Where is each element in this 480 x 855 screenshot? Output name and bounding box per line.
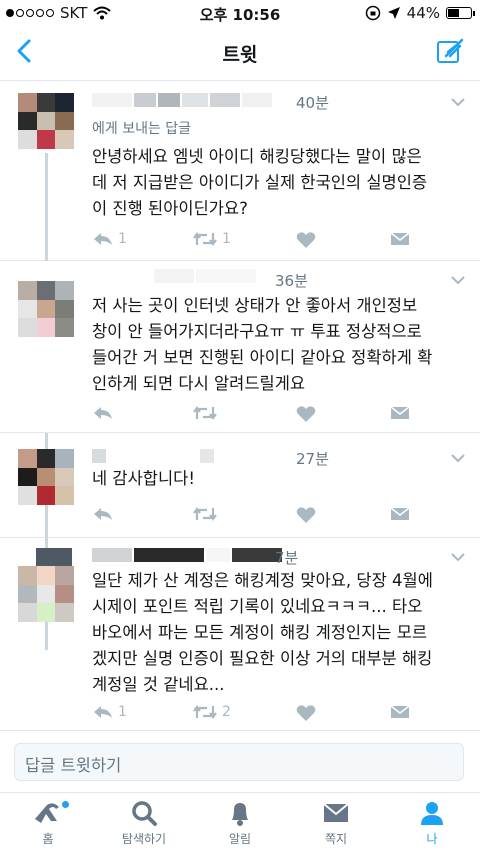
- tab-home-label: 홈: [42, 832, 54, 846]
- direct-message-button[interactable]: [390, 405, 410, 421]
- retweet-icon: [193, 406, 217, 420]
- user-name-redacted: [92, 269, 256, 283]
- tab-me[interactable]: 나: [384, 799, 480, 847]
- compose-tweet-icon[interactable]: [436, 36, 466, 66]
- status-right: 44%: [365, 4, 475, 22]
- avatar[interactable]: [18, 449, 74, 505]
- tweet[interactable]: 7분 일단 제가 산 계정은 해킹계정 맞아요, 당장 4월에 시제이 포인트 …: [0, 538, 480, 730]
- retweet-button[interactable]: [192, 506, 222, 522]
- tab-explore-label: 탐색하기: [121, 832, 167, 846]
- tweet-actions: [92, 506, 422, 530]
- battery-icon: [446, 7, 475, 19]
- person-icon: [421, 802, 443, 825]
- orientation-lock-icon: [365, 5, 380, 21]
- like-button[interactable]: [296, 231, 316, 249]
- thread-line: [45, 153, 48, 261]
- retweet-icon: [193, 705, 217, 719]
- tweet-text: 네 감사합니다!: [92, 469, 195, 488]
- status-bar: SKT 오후 10:56 44%: [0, 0, 480, 26]
- reply-icon: [94, 407, 112, 419]
- tweet-text: 저 사는 곳이 인터넷 상태가 안 좋아서 개인정보 창이 안 들어가지더라구요…: [92, 296, 433, 393]
- page-title: 트윗: [222, 44, 258, 66]
- retweet-button[interactable]: 2: [192, 704, 231, 720]
- tweet[interactable]: 40분 에게 보내는 답글 안녕하세요 엠넷 아이디 해킹당했다는 말이 많은 …: [0, 81, 480, 261]
- reply-input[interactable]: 답글 트윗하기: [14, 743, 464, 781]
- tab-bar: 홈 탐색하기 알림 쪽지 나: [0, 792, 480, 855]
- envelope-icon: [390, 705, 410, 718]
- direct-message-button[interactable]: [390, 506, 410, 522]
- heart-icon: [296, 705, 316, 721]
- reply-icon: [94, 233, 112, 245]
- tweet[interactable]: 27분 네 감사합니다!: [0, 433, 480, 538]
- tab-messages-label: 쪽지: [324, 832, 348, 846]
- retweet-icon: [193, 507, 217, 521]
- chevron-down-icon[interactable]: [450, 453, 466, 463]
- heart-icon: [296, 232, 316, 248]
- reply-count: 1: [118, 704, 127, 720]
- retweet-count: 2: [222, 704, 231, 720]
- like-button[interactable]: [296, 506, 316, 524]
- reply-button[interactable]: [92, 506, 118, 522]
- reply-icon: [94, 508, 112, 520]
- reply-button[interactable]: 1: [92, 231, 127, 247]
- reply-button[interactable]: [92, 405, 118, 421]
- retweet-count: 1: [222, 231, 231, 247]
- user-name-redacted: [92, 93, 272, 107]
- battery-percent: 44%: [406, 4, 440, 22]
- chevron-down-icon[interactable]: [450, 97, 466, 107]
- chevron-down-icon[interactable]: [450, 275, 466, 285]
- direct-message-button[interactable]: [390, 231, 410, 247]
- nav-bar: 트윗: [0, 26, 480, 81]
- retweet-button[interactable]: 1: [192, 231, 231, 247]
- retweet-icon: [193, 232, 217, 246]
- heart-icon: [296, 406, 316, 422]
- tweet-actions: [92, 405, 422, 429]
- reply-bar: 답글 트윗하기: [0, 730, 480, 792]
- tab-home[interactable]: 홈: [0, 799, 96, 847]
- tweet-text: 안녕하세요 엠넷 아이디 해킹당했다는 말이 많은 데 저 지급받은 아이디가 …: [92, 147, 428, 218]
- retweet-button[interactable]: [192, 405, 222, 421]
- user-name-redacted: [92, 449, 256, 463]
- like-button[interactable]: [296, 704, 316, 722]
- new-content-dot: [62, 801, 69, 808]
- thread-line: [45, 538, 48, 548]
- tweet-actions: 1 1: [92, 231, 422, 255]
- reply-to-label[interactable]: 에게 보내는 답글: [92, 118, 191, 138]
- location-icon: [387, 7, 400, 19]
- reply-count: 1: [118, 231, 127, 247]
- tweet-actions: 1 2: [92, 704, 422, 728]
- tweet-text: 일단 제가 산 계정은 해킹계정 맞아요, 당장 4월에 시제이 포인트 적립 …: [92, 571, 433, 694]
- avatar[interactable]: [36, 548, 72, 566]
- thread-line: [45, 622, 48, 650]
- envelope-icon: [390, 232, 410, 245]
- avatar[interactable]: [18, 281, 74, 337]
- tab-messages[interactable]: 쪽지: [288, 799, 384, 847]
- thread-line: [45, 505, 48, 538]
- avatar[interactable]: [18, 566, 74, 622]
- like-button[interactable]: [296, 405, 316, 423]
- chevron-down-icon[interactable]: [450, 552, 466, 562]
- tab-notifications[interactable]: 알림: [192, 799, 288, 847]
- tab-me-label: 나: [426, 832, 438, 846]
- direct-message-button[interactable]: [390, 704, 410, 720]
- tweet[interactable]: 36분 저 사는 곳이 인터넷 상태가 안 좋아서 개인정보 창이 안 들어가지…: [0, 261, 480, 433]
- tweet-time: 40분: [296, 94, 329, 112]
- envelope-icon: [390, 406, 410, 419]
- tab-notifications-label: 알림: [228, 832, 252, 846]
- reply-button[interactable]: 1: [92, 704, 127, 720]
- avatar[interactable]: [18, 93, 74, 149]
- tab-explore[interactable]: 탐색하기: [96, 799, 192, 847]
- tweet-time: 7분: [275, 549, 299, 567]
- reply-icon: [94, 706, 112, 718]
- envelope-icon: [390, 507, 410, 520]
- tweet-time: 36분: [275, 272, 308, 290]
- heart-icon: [296, 507, 316, 523]
- home-icon: [35, 803, 59, 823]
- envelope-icon: [323, 803, 349, 822]
- search-icon: [132, 801, 157, 826]
- bell-icon: [232, 803, 248, 826]
- thread-line: [45, 433, 48, 449]
- user-name-redacted: [92, 548, 282, 562]
